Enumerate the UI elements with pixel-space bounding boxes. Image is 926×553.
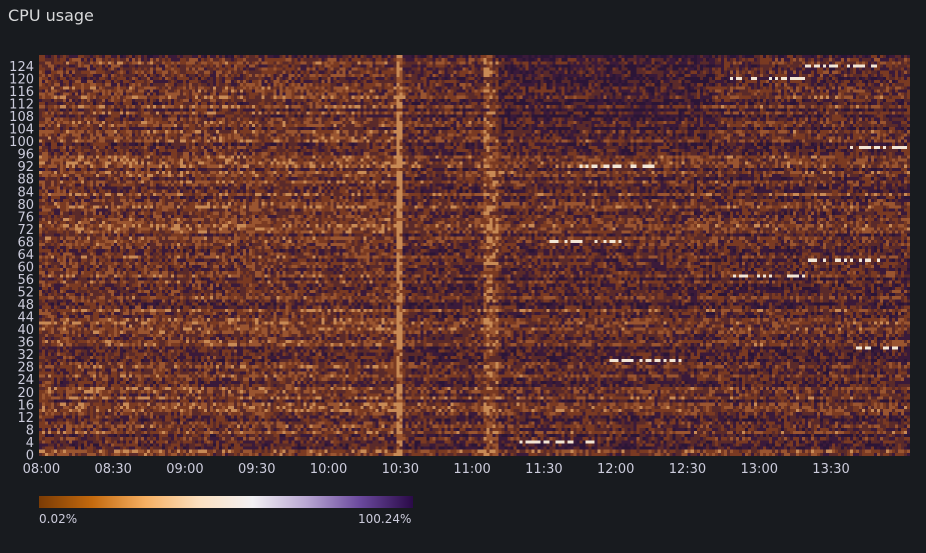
x-tick-label: 09:00 (166, 462, 203, 477)
x-tick-label: 12:00 (597, 462, 634, 477)
heatmap-cell-grid (39, 55, 910, 456)
heatmap-chart: 0481216202428323640444852566064687276808… (9, 55, 910, 508)
x-tick-label: 09:30 (238, 462, 275, 477)
x-tick-label: 10:30 (382, 462, 419, 477)
x-tick-label: 12:30 (669, 462, 706, 477)
y-axis-ticks: 0481216202428323640444852566064687276808… (9, 60, 34, 463)
color-scale-min-label: 0.02% (39, 512, 78, 526)
color-scale-legend-bar (39, 496, 413, 508)
x-tick-label: 13:00 (741, 462, 778, 477)
x-tick-label: 13:30 (812, 462, 849, 477)
x-tick-label: 11:30 (525, 462, 562, 477)
color-scale-max-label: 100.24% (358, 512, 412, 526)
heatmap-cells (39, 55, 910, 456)
y-tick-label: 124 (9, 60, 34, 75)
x-tick-label: 11:00 (453, 462, 490, 477)
x-tick-label: 08:30 (94, 462, 131, 477)
x-tick-label: 10:00 (310, 462, 347, 477)
x-tick-label: 08:00 (23, 462, 60, 477)
x-axis-ticks: 08:00 08:30 09:00 09:30 10:00 10:30 11:00 11:30… (23, 462, 850, 477)
